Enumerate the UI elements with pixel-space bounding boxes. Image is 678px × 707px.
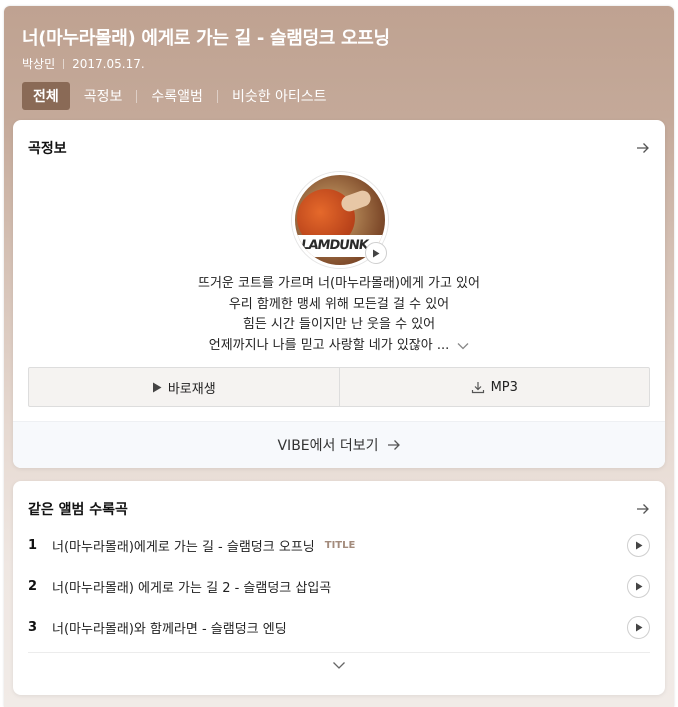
list-divider <box>28 652 650 653</box>
track-play-button[interactable] <box>627 534 650 557</box>
play-now-label: 바로재생 <box>167 381 216 397</box>
track-number: 1 <box>28 538 38 553</box>
same-album-header: 같은 앨범 수록곡 <box>28 499 650 519</box>
track-row: 3 너(마누라몰래)와 함께라면 - 슬램덩크 엔딩 <box>28 607 650 648</box>
arrow-right-icon[interactable] <box>636 141 650 155</box>
title-badge: TITLE <box>324 540 356 551</box>
track-play-button[interactable] <box>627 616 650 639</box>
tab-all[interactable]: 전체 <box>22 82 70 110</box>
arrow-right-icon <box>387 440 400 450</box>
lyrics-line: 우리 함께한 맹세 위해 모든걸 걸 수 있어 <box>228 296 450 312</box>
lyrics-preview: 뜨거운 코트를 가르며 너(마누라몰래)에게 가고 있어 우리 함께한 맹세 위… <box>13 274 665 356</box>
tab-albums[interactable]: 수록앨범 <box>151 82 203 110</box>
play-now-button[interactable]: 바로재생 <box>29 368 339 406</box>
same-album-card: 같은 앨범 수록곡 1 너(마누라몰래)에게로 가는 길 - 슬램덩크 오프닝 … <box>13 481 665 695</box>
tab-similar-artists[interactable]: 비슷한 아티스트 <box>232 82 327 110</box>
lyrics-line: 뜨거운 코트를 가르며 너(마누라몰래)에게 가고 있어 <box>198 276 480 291</box>
play-icon <box>152 382 162 392</box>
chevron-down-icon[interactable] <box>457 342 469 350</box>
tab-divider <box>136 89 138 103</box>
album-play-button[interactable] <box>365 242 387 264</box>
track-row: 1 너(마누라몰래)에게로 가는 길 - 슬램덩크 오프닝 TITLE <box>28 525 650 566</box>
page-frame: 너(마누라몰래) 에게로 가는 길 - 슬램덩크 오프닝 박상민 2017.05… <box>4 6 674 707</box>
play-icon <box>373 249 380 257</box>
expand-tracks-button[interactable] <box>13 661 665 670</box>
song-info-header: 곡정보 <box>28 138 650 158</box>
action-buttons: 바로재생 MP3 <box>28 367 650 407</box>
release-date: 2017.05.17. <box>72 56 145 71</box>
artist-name[interactable]: 박상민 <box>22 55 55 72</box>
chevron-down-icon <box>333 662 345 669</box>
track-title[interactable]: 너(마누라몰래)에게로 가는 길 - 슬램덩크 오프닝 <box>52 536 315 555</box>
track-number: 3 <box>28 620 38 635</box>
meta-divider <box>63 58 65 69</box>
track-row: 2 너(마누라몰래) 에게로 가는 길 2 - 슬램덩크 삽입곡 <box>28 566 650 607</box>
same-album-heading: 같은 앨범 수록곡 <box>28 502 128 518</box>
song-info-card: 곡정보 LAMDUNK 뜨거운 코트를 가르며 너(마누라몰래)에게 가고 있어… <box>13 120 665 468</box>
play-icon <box>635 541 642 550</box>
play-icon <box>635 582 642 591</box>
vibe-more-label: VIBE에서 더보기 <box>277 438 379 454</box>
song-meta: 박상민 2017.05.17. <box>22 55 145 72</box>
mp3-label: MP3 <box>490 379 518 395</box>
arrow-right-icon[interactable] <box>636 502 650 516</box>
song-info-heading: 곡정보 <box>28 141 67 157</box>
track-title[interactable]: 너(마누라몰래)와 함께라면 - 슬램덩크 엔딩 <box>52 618 287 637</box>
download-icon <box>471 381 484 393</box>
tab-song-info[interactable]: 곡정보 <box>84 82 123 110</box>
track-title[interactable]: 너(마누라몰래) 에게로 가는 길 2 - 슬램덩크 삽입곡 <box>52 577 331 596</box>
tab-divider <box>216 89 218 103</box>
track-list: 1 너(마누라몰래)에게로 가는 길 - 슬램덩크 오프닝 TITLE 2 너(… <box>28 525 650 648</box>
play-icon <box>635 623 642 632</box>
vibe-more-link[interactable]: VIBE에서 더보기 <box>13 421 665 468</box>
lyrics-line: 언제까지나 나를 믿고 사랑할 네가 있잖아 ... <box>208 337 450 353</box>
mp3-button[interactable]: MP3 <box>338 368 650 406</box>
track-play-button[interactable] <box>627 575 650 598</box>
album-art-figure <box>339 188 373 214</box>
lyrics-line: 힘든 시간 들이지만 난 웃을 수 있어 <box>242 317 436 332</box>
tab-bar: 전체 곡정보 수록앨범 비슷한 아티스트 <box>22 82 327 110</box>
track-number: 2 <box>28 579 38 594</box>
song-title: 너(마누라몰래) 에게로 가는 길 - 슬램덩크 오프닝 <box>22 28 390 49</box>
